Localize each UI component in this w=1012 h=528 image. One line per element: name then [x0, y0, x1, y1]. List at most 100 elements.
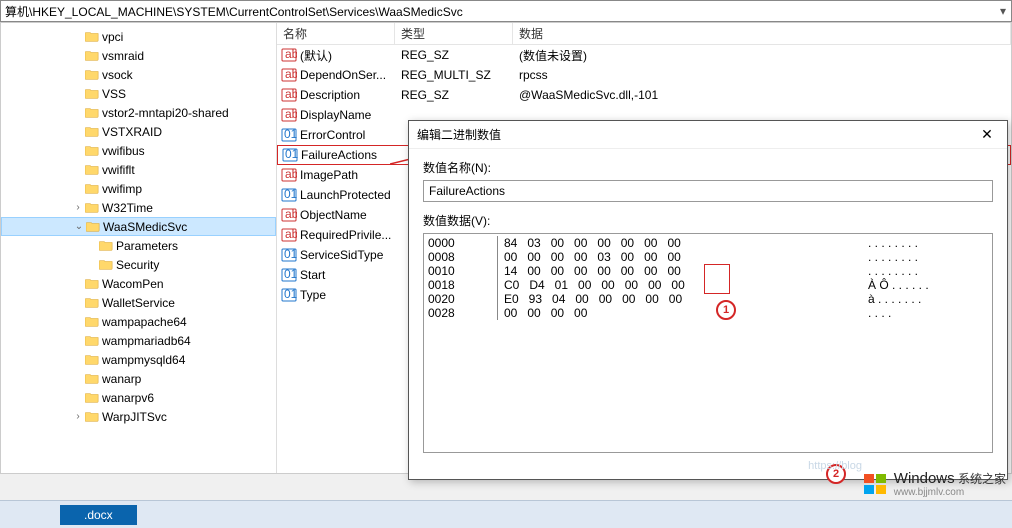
chevron-down-icon[interactable]: ⌄: [72, 221, 86, 232]
tree-item-vpci[interactable]: vpci: [1, 27, 276, 46]
registry-tree[interactable]: vpci vsmraid vsock VSSvstor2-mntapi20-share…: [1, 23, 277, 473]
list-row[interactable]: ab(默认)REG_SZ(数值未设置): [277, 45, 1011, 65]
dialog-titlebar[interactable]: 编辑二进制数值 ✕: [409, 121, 1007, 149]
hex-row[interactable]: 000084 03 00 00 00 00 00 00. . . . . . .…: [428, 236, 988, 250]
tree-item-wampmariadb64[interactable]: wampmariadb64: [1, 331, 276, 350]
svg-text:ab: ab: [285, 207, 297, 221]
list-row[interactable]: abDescriptionREG_SZ@WaaSMedicSvc.dll,-10…: [277, 85, 1011, 105]
value-data: (数值未设置): [513, 47, 1011, 64]
tree-item-wacompen[interactable]: WacomPen: [1, 274, 276, 293]
value-name: ObjectName: [300, 208, 367, 222]
taskbar-doc-button[interactable]: .docx: [60, 505, 137, 525]
folder-icon: [85, 391, 99, 404]
folder-icon: [99, 239, 113, 252]
tree-item-vsmraid[interactable]: vsmraid: [1, 46, 276, 65]
hex-row[interactable]: 002800 00 00 00. . . .: [428, 306, 988, 320]
hex-row[interactable]: 000800 00 00 00 03 00 00 00. . . . . . .…: [428, 250, 988, 264]
reg-sz-icon: ab: [281, 107, 297, 123]
tree-item-wanarp[interactable]: wanarp: [1, 369, 276, 388]
tree-item-walletservice[interactable]: WalletService: [1, 293, 276, 312]
hex-bytes[interactable]: 00 00 00 00: [498, 306, 858, 320]
hex-offset: 0028: [428, 306, 498, 320]
tree-item-label: WaaSMedicSvc: [103, 220, 187, 234]
address-input[interactable]: [1, 2, 995, 20]
tree-item-label: vwifimp: [102, 182, 142, 196]
list-row[interactable]: abDependOnSer...REG_MULTI_SZrpcss: [277, 65, 1011, 85]
folder-icon: [86, 220, 100, 233]
folder-icon: [85, 353, 99, 366]
tree-item-wanarpv6[interactable]: wanarpv6: [1, 388, 276, 407]
hex-bytes[interactable]: 14 00 00 00 00 00 00 00: [498, 264, 858, 278]
chevron-right-icon[interactable]: ›: [71, 202, 85, 213]
reg-binary-icon: 011: [281, 267, 297, 283]
reg-binary-icon: 011: [281, 247, 297, 263]
tree-item-vwifibus[interactable]: vwifibus: [1, 141, 276, 160]
value-name: ServiceSidType: [300, 248, 383, 262]
folder-icon: [85, 182, 99, 195]
reg-sz-icon: ab: [281, 227, 297, 243]
value-name: RequiredPrivile...: [300, 228, 391, 242]
tree-item-label: vwififlt: [102, 163, 135, 177]
hex-editor[interactable]: 000084 03 00 00 00 00 00 00. . . . . . .…: [423, 233, 993, 453]
col-data[interactable]: 数据: [513, 23, 1011, 44]
svg-text:011: 011: [284, 267, 297, 281]
hex-bytes[interactable]: E0 93 04 00 00 00 00 00: [498, 292, 858, 306]
tree-item-w32time[interactable]: ›W32Time: [1, 198, 276, 217]
tree-item-vstor2-mntapi20-shared[interactable]: vstor2-mntapi20-shared: [1, 103, 276, 122]
value-name: (默认): [300, 47, 332, 64]
tree-item-warpjitsvc[interactable]: › WarpJITSvc: [1, 407, 276, 426]
folder-icon: [85, 296, 99, 309]
tree-item-label: vsmraid: [102, 49, 144, 63]
tree-item-vwififlt[interactable]: vwififlt: [1, 160, 276, 179]
col-name[interactable]: 名称: [277, 23, 395, 44]
value-name: Start: [300, 268, 325, 282]
tree-item-label: WalletService: [102, 296, 175, 310]
hex-bytes[interactable]: 84 03 00 00 00 00 00 00: [498, 236, 858, 250]
svg-text:011: 011: [284, 287, 297, 301]
tree-item-label: vsock: [102, 68, 133, 82]
tree-item-wampmysqld64[interactable]: wampmysqld64: [1, 350, 276, 369]
tree-item-label: Security: [116, 258, 159, 272]
hex-offset: 0010: [428, 264, 498, 278]
chevron-right-icon[interactable]: ›: [71, 411, 85, 422]
value-name: DisplayName: [300, 108, 371, 122]
value-type: REG_MULTI_SZ: [395, 68, 513, 82]
svg-text:011: 011: [284, 187, 297, 201]
close-icon[interactable]: ✕: [975, 126, 999, 143]
tree-item-vwifimp[interactable]: vwifimp: [1, 179, 276, 198]
svg-text:011: 011: [284, 127, 297, 141]
hex-offset: 0018: [428, 278, 498, 292]
value-name: LaunchProtected: [300, 188, 391, 202]
svg-text:ab: ab: [285, 167, 297, 181]
hex-offset: 0020: [428, 292, 498, 306]
tree-item-parameters[interactable]: Parameters: [1, 236, 276, 255]
tree-item-waasmedicsvc[interactable]: ⌄ WaaSMedicSvc: [1, 217, 276, 236]
tree-item-wampapache64[interactable]: wampapache64: [1, 312, 276, 331]
hex-offset: 0008: [428, 250, 498, 264]
hex-row[interactable]: 0020E0 93 04 00 00 00 00 00à . . . . . .…: [428, 292, 988, 306]
list-header: 名称 类型 数据: [277, 23, 1011, 45]
svg-text:011: 011: [285, 147, 298, 161]
tree-item-security[interactable]: Security: [1, 255, 276, 274]
tree-item-label: WarpJITSvc: [102, 410, 167, 424]
folder-icon: [85, 30, 99, 43]
col-type[interactable]: 类型: [395, 23, 513, 44]
chevron-down-icon[interactable]: ▾: [995, 4, 1011, 18]
value-name: FailureActions: [301, 148, 377, 162]
hex-ascii: À Ô . . . . . .: [858, 278, 988, 292]
value-name-input[interactable]: [423, 180, 993, 202]
folder-icon: [85, 372, 99, 385]
reg-binary-icon: 011: [281, 287, 297, 303]
reg-sz-icon: ab: [281, 67, 297, 83]
folder-icon: [85, 144, 99, 157]
reg-sz-icon: ab: [281, 167, 297, 183]
tree-item-vsock[interactable]: vsock: [1, 65, 276, 84]
hex-bytes[interactable]: C0 D4 01 00 00 00 00 00: [498, 278, 858, 292]
tree-item-vss[interactable]: VSS: [1, 84, 276, 103]
svg-text:ab: ab: [285, 87, 297, 101]
hex-bytes[interactable]: 00 00 00 00 03 00 00 00: [498, 250, 858, 264]
tree-item-vstxraid[interactable]: VSTXRAID: [1, 122, 276, 141]
hex-ascii: à . . . . . . .: [858, 292, 988, 306]
tree-item-label: WacomPen: [102, 277, 164, 291]
watermark-brand: Windows: [894, 470, 955, 487]
